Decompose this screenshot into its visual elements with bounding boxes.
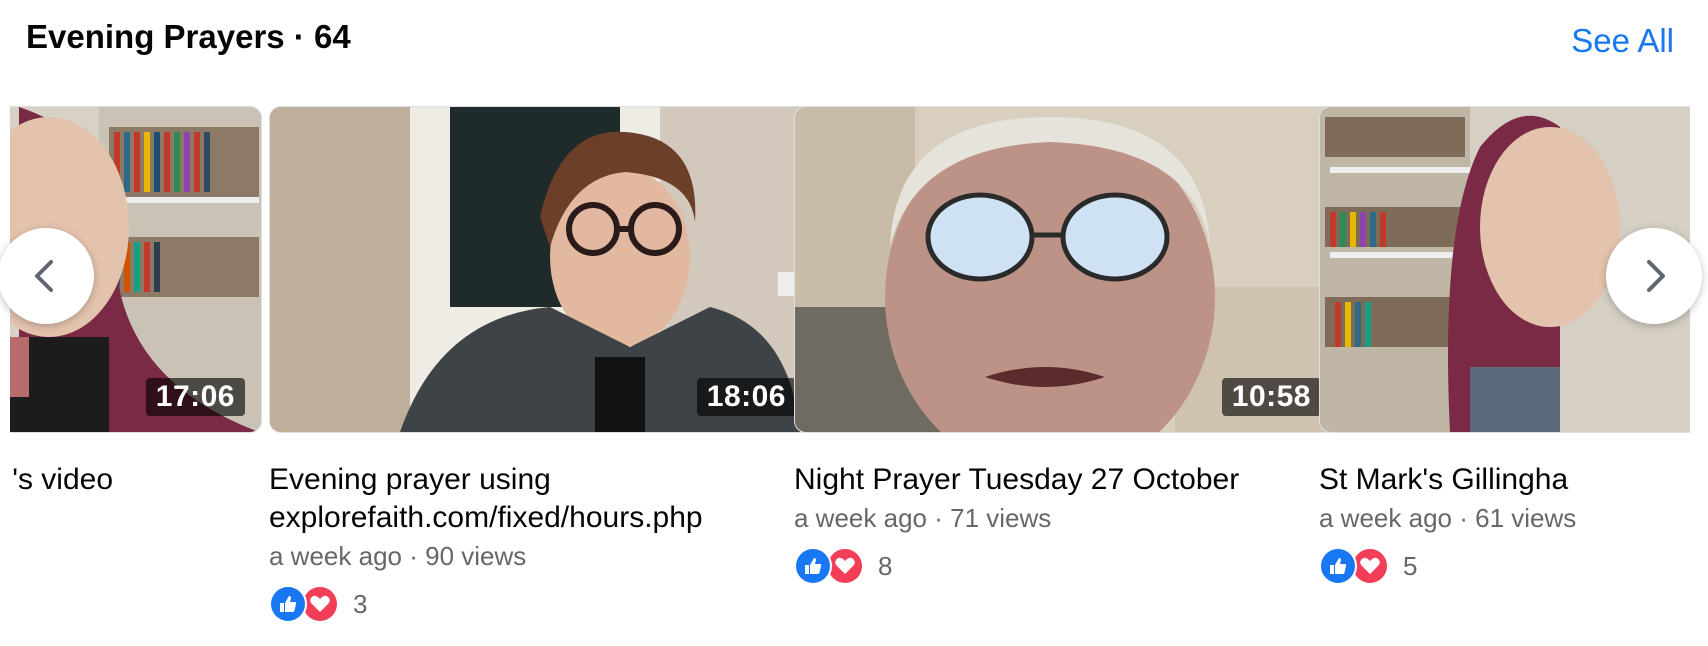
reaction-count: 8 (878, 550, 893, 581)
video-meta: a week ago · 71 views (794, 503, 1338, 534)
video-title[interactable]: 's video (10, 461, 113, 499)
chevron-left-icon (35, 260, 53, 292)
video-duration: 18:06 (696, 378, 796, 416)
video-title[interactable]: Evening prayer using explorefaith.com/fi… (269, 461, 789, 537)
video-carousel: 17:06 's video 18:06 Evening prayer usin… (10, 106, 1690, 646)
video-thumbnail[interactable]: 18:06 (269, 106, 813, 433)
carousel-next-button[interactable] (1606, 228, 1702, 324)
video-time-ago: a week ago (1319, 503, 1452, 533)
video-card[interactable]: 10:58 Night Prayer Tuesday 27 October a … (794, 106, 1338, 588)
video-title[interactable]: Night Prayer Tuesday 27 October (794, 461, 1338, 499)
video-time-ago: a week ago (269, 541, 402, 571)
meta-separator: · (1459, 503, 1476, 533)
meta-separator: · (409, 541, 426, 571)
video-card[interactable]: St Mark's Gillingha a week ago · 61 view… (1319, 106, 1690, 588)
reaction-count: 3 (353, 588, 368, 619)
reactions[interactable]: 5 (1319, 544, 1690, 588)
thumbs-up-icon (269, 585, 307, 623)
video-meta: a week ago · 61 views (1319, 503, 1690, 534)
thumbs-up-icon (794, 547, 832, 585)
video-thumbnail[interactable]: 10:58 (794, 106, 1338, 433)
video-duration: 17:06 (145, 378, 245, 416)
video-duration: 10:58 (1221, 378, 1321, 416)
video-views: 61 views (1475, 503, 1577, 533)
thumbs-up-icon (1319, 547, 1357, 585)
see-all-link[interactable]: See All (1571, 22, 1674, 60)
video-views: 71 views (950, 503, 1052, 533)
video-meta: a week ago · 90 views (269, 541, 813, 572)
reaction-count: 5 (1403, 550, 1418, 581)
video-views: 90 views (425, 541, 527, 571)
reactions[interactable]: 8 (794, 544, 1338, 588)
section-title: Evening Prayers · 64 (26, 18, 351, 55)
carousel-prev-button[interactable] (0, 228, 94, 324)
chevron-right-icon (1647, 260, 1665, 292)
meta-separator: · (934, 503, 951, 533)
reactions[interactable]: 3 (269, 582, 813, 626)
video-time-ago: a week ago (794, 503, 927, 533)
video-card[interactable]: 18:06 Evening prayer using explorefaith.… (269, 106, 813, 626)
video-title[interactable]: St Mark's Gillingha (1319, 461, 1690, 499)
